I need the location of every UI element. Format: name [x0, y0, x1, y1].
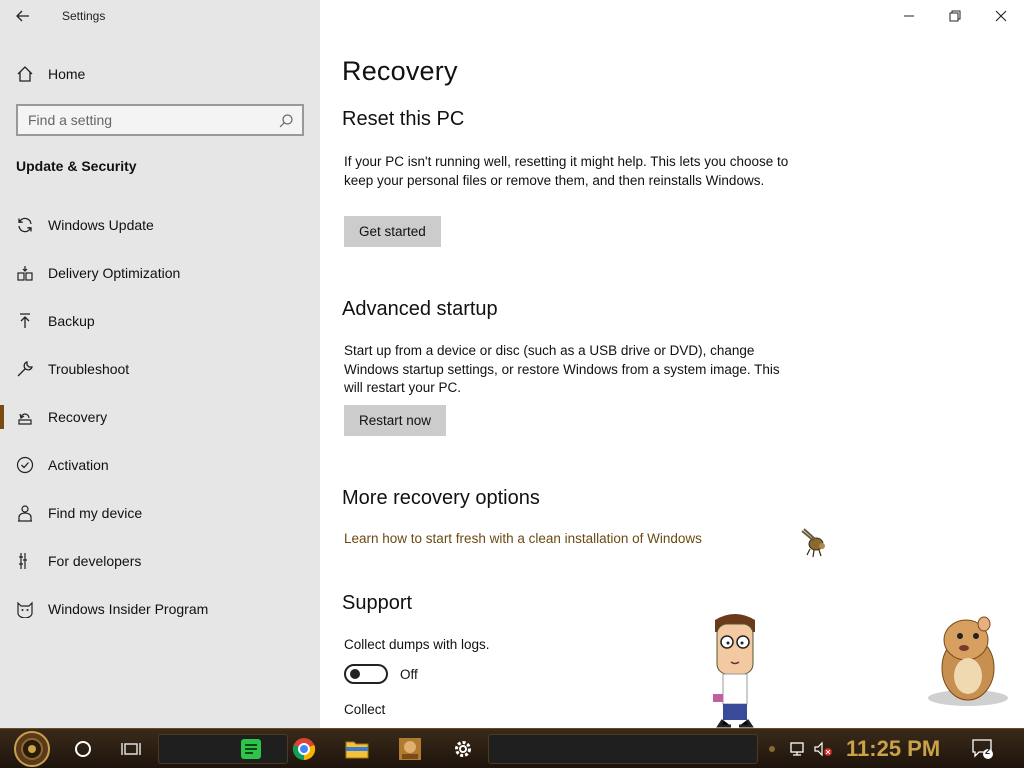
collect-dumps-label: Collect dumps with logs.: [344, 637, 490, 652]
hamster-mascot-icon: [928, 616, 1008, 706]
recovery-icon: [16, 408, 34, 426]
insider-cat-icon: [16, 600, 34, 618]
sidebar-item-label: Activation: [48, 457, 109, 473]
main-content: Recovery Reset this PC If your PC isn't …: [320, 32, 1024, 728]
sidebar-item-label: Windows Insider Program: [48, 601, 209, 617]
toggle-knob: [350, 669, 360, 679]
task-view-button[interactable]: [112, 729, 150, 768]
sidebar-nav: Windows Update Delivery Optimization Bac…: [0, 201, 320, 633]
home-icon: [16, 65, 34, 83]
restart-now-button[interactable]: Restart now: [344, 405, 447, 436]
cortana-circle-icon: [75, 741, 91, 757]
sync-icon: [16, 216, 34, 234]
notification-icon: [972, 739, 993, 759]
collect-dumps-toggle[interactable]: [344, 664, 388, 684]
minimize-icon: [904, 15, 914, 17]
sidebar-item-delivery-optimization[interactable]: Delivery Optimization: [0, 249, 320, 297]
search-box[interactable]: [16, 104, 304, 136]
bug-mascot-icon: [801, 528, 825, 558]
back-arrow-icon: [16, 10, 29, 22]
taskbar-app-settings[interactable]: [444, 729, 482, 768]
network-button[interactable]: [784, 729, 810, 768]
steampunk-start-icon: [14, 731, 50, 767]
advanced-startup-description: Start up from a device or disc (such as …: [344, 343, 780, 395]
delivery-optimization-icon: [16, 264, 34, 282]
sidebar-item-label: Troubleshoot: [48, 361, 130, 377]
gear-icon: [455, 741, 471, 757]
back-button[interactable]: [0, 0, 46, 32]
title-bar: Settings: [0, 0, 320, 32]
taskbar-well-right: [488, 734, 758, 764]
get-started-button[interactable]: Get started: [344, 216, 441, 247]
sidebar-item-backup[interactable]: Backup: [0, 297, 320, 345]
search-icon[interactable]: [278, 113, 294, 129]
taskbar-app-notes[interactable]: [232, 729, 270, 768]
advanced-startup-heading: Advanced startup: [342, 298, 498, 320]
chevron-up-icon: [769, 746, 775, 752]
sidebar-item-label: Delivery Optimization: [48, 265, 181, 281]
sidebar-item-windows-update[interactable]: Windows Update: [0, 201, 320, 249]
wrench-icon: [16, 360, 34, 378]
taskbar: 11:25 PM 2: [0, 728, 1024, 768]
notification-count-badge: 2: [985, 746, 991, 756]
page-title: Recovery: [342, 56, 458, 86]
sidebar: Settings Home Update & Security Windows …: [0, 0, 320, 728]
close-icon: [995, 10, 1007, 22]
search-input[interactable]: [18, 112, 268, 128]
volume-muted-icon: [814, 741, 832, 757]
sidebar-item-home[interactable]: Home: [0, 56, 320, 92]
show-hidden-icons-button[interactable]: [764, 729, 780, 768]
app-title: Settings: [62, 9, 106, 23]
sidebar-item-for-developers[interactable]: For developers: [0, 537, 320, 585]
volume-button[interactable]: [810, 729, 836, 768]
restore-button[interactable]: [932, 0, 978, 32]
sidebar-item-label: Backup: [48, 313, 95, 329]
taskbar-app-bonzi[interactable]: [391, 729, 429, 768]
action-center-button[interactable]: 2: [966, 729, 1000, 768]
sidebar-item-label: Windows Update: [48, 217, 154, 233]
sidebar-item-label: Recovery: [48, 409, 108, 425]
sidebar-item-activation[interactable]: Activation: [0, 441, 320, 489]
sidebar-item-recovery[interactable]: Recovery: [0, 393, 320, 441]
network-icon: [790, 742, 804, 756]
sidebar-item-label: Find my device: [48, 505, 143, 521]
home-label: Home: [48, 66, 86, 82]
backup-arrow-icon: [16, 312, 34, 330]
sidebar-item-troubleshoot[interactable]: Troubleshoot: [0, 345, 320, 393]
sidebar-item-windows-insider[interactable]: Windows Insider Program: [0, 585, 320, 633]
cortana-button[interactable]: [64, 729, 102, 768]
support-heading: Support: [342, 592, 413, 614]
developer-tools-icon: [16, 552, 34, 570]
restore-icon: [949, 10, 961, 22]
start-button[interactable]: [8, 729, 56, 768]
folder-icon: [345, 741, 369, 759]
cartoon-man-mascot-icon: [713, 614, 755, 728]
character-app-icon: [399, 738, 421, 760]
task-view-icon: [121, 743, 141, 755]
chrome-icon: [292, 738, 316, 761]
minimize-button[interactable]: [886, 0, 932, 32]
section-title: Update & Security: [16, 158, 137, 174]
reset-heading: Reset this PC: [342, 108, 465, 130]
person-location-icon: [16, 504, 34, 522]
reset-description: If your PC isn't running well, resetting…: [344, 154, 789, 188]
taskbar-app-file-explorer[interactable]: [338, 729, 376, 768]
clean-install-link[interactable]: Learn how to start fresh with a clean in…: [344, 531, 702, 546]
sidebar-item-find-my-device[interactable]: Find my device: [0, 489, 320, 537]
sidebar-item-label: For developers: [48, 553, 142, 569]
taskbar-app-chrome[interactable]: [285, 729, 323, 768]
more-recovery-heading: More recovery options: [342, 487, 540, 509]
green-notes-icon: [241, 739, 261, 759]
check-circle-icon: [16, 456, 34, 474]
taskbar-clock[interactable]: 11:25 PM: [846, 736, 940, 762]
collect-label: Collect: [344, 702, 386, 717]
close-button[interactable]: [978, 0, 1024, 32]
toggle-state-label: Off: [400, 667, 418, 682]
